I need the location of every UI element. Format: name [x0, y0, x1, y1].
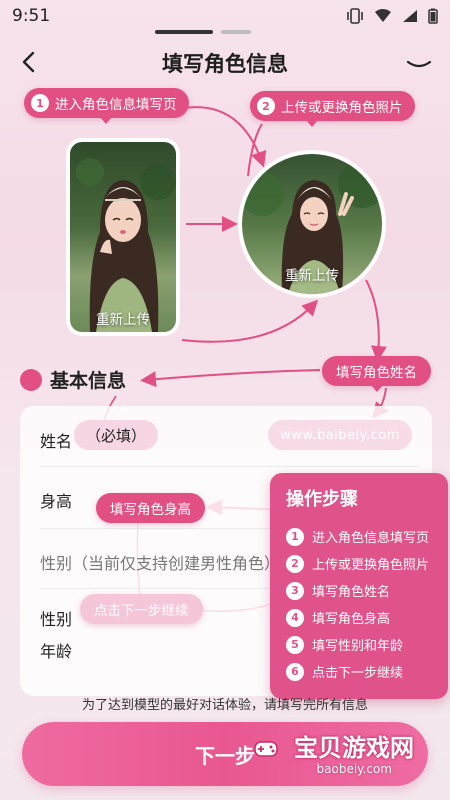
steps-title: 操作步骤 — [286, 489, 358, 510]
page-title: 填写角色信息 — [162, 52, 288, 76]
step-item: 2 上传或更换角色照片 — [286, 550, 438, 577]
age-label[interactable]: 年龄 — [40, 638, 72, 662]
reupload-label-card: 重新上传 — [96, 312, 150, 328]
callout-step1-number: 1 — [31, 94, 49, 112]
divider — [40, 466, 420, 467]
avatar-circle[interactable]: 重新上传 — [238, 150, 386, 298]
step-item: 6 点击下一步继续 — [286, 658, 438, 685]
name-input-watermark[interactable]: www.baibeiy.com — [268, 420, 412, 450]
step-number: 6 — [286, 662, 304, 681]
callout-step2-label: 上传或更换角色照片 — [281, 100, 403, 116]
step-label: 填写角色身高 — [312, 612, 391, 627]
height-label: 身高 — [40, 492, 73, 511]
callout-name-label: 填写角色姓名 — [336, 365, 417, 381]
step-item: 4 填写角色身高 — [286, 604, 438, 631]
watermark-text: www.baibeiy.com — [280, 427, 400, 443]
step-number: 2 — [286, 554, 304, 573]
wifi-icon — [375, 9, 391, 22]
avatar-photo: 重新上传 — [242, 154, 382, 294]
callout-step1-label: 进入角色信息填写页 — [55, 97, 177, 113]
brand-url: baobeiy.com — [316, 762, 392, 776]
name-label: 姓名 — [40, 432, 73, 451]
name-required-field[interactable]: （必填） — [74, 420, 159, 450]
battery-icon — [428, 8, 438, 24]
step-item: 1 进入角色信息填写页 — [286, 523, 438, 550]
character-photo: 重新上传 — [70, 142, 176, 332]
callout-step1: 1 进入角色信息填写页 — [24, 88, 189, 124]
step-number: 4 — [286, 608, 304, 627]
callout-height-label: 填写角色身高 — [110, 502, 191, 518]
step-item: 3 填写角色姓名 — [286, 577, 438, 604]
page-indicator-dot — [221, 30, 251, 34]
step-label: 上传或更换角色照片 — [312, 558, 430, 573]
portrait-illustration — [76, 158, 176, 332]
callout-name: 填写角色姓名 — [322, 356, 431, 392]
section-bullet-icon — [20, 368, 42, 391]
brand-watermark: 宝贝游戏网 — [294, 734, 414, 762]
page-indicator — [155, 30, 251, 34]
photo-card[interactable]: 重新上传 — [66, 138, 180, 336]
step-label: 填写性别和年龄 — [312, 639, 404, 654]
more-menu-icon[interactable] — [406, 52, 432, 72]
gamepad-logo-icon — [254, 741, 278, 757]
step-number: 5 — [286, 635, 304, 654]
section-basic-info: 基本信息 — [20, 366, 126, 393]
section-title: 基本信息 — [50, 370, 127, 392]
step-label: 填写角色姓名 — [312, 585, 391, 600]
status-bar: 9:51 — [0, 0, 450, 32]
gender-hint: 性别（当前仅支持创建男性角色） — [40, 554, 281, 573]
steps-panel: 操作步骤 1 进入角色信息填写页 2 上传或更换角色照片 3 填写角色姓名 4 … — [270, 473, 448, 699]
callout-height: 填写角色身高 — [96, 493, 205, 523]
top-bar: 填写角色信息 — [0, 44, 450, 80]
step-item: 5 填写性别和年龄 — [286, 631, 438, 658]
vibrate-icon — [347, 8, 363, 24]
page-indicator-active — [155, 30, 213, 34]
signal-icon — [403, 10, 417, 22]
gender-label[interactable]: 性别 — [40, 606, 72, 630]
step-number: 1 — [286, 527, 304, 546]
step-label: 进入角色信息填写页 — [312, 531, 430, 546]
arrow-card-to-avatar-bottom — [181, 299, 319, 343]
step-label: 点击下一步继续 — [312, 666, 404, 681]
callout-next: 点击下一步继续 — [80, 594, 203, 624]
name-required-text: （必填） — [86, 426, 147, 445]
status-time: 9:51 — [12, 6, 51, 26]
footer-note: 为了达到模型的最好对话体验，请填写完所有信息 — [81, 698, 368, 713]
reupload-label-avatar: 重新上传 — [285, 268, 339, 284]
arrow-to-section — [140, 369, 321, 388]
next-button-label: 下一步 — [195, 743, 255, 768]
status-icons — [346, 8, 438, 24]
step-number: 3 — [286, 581, 304, 600]
callout-step2-number: 2 — [257, 97, 275, 115]
callout-step2: 2 上传或更换角色照片 — [250, 91, 415, 127]
callout-next-label: 点击下一步继续 — [94, 603, 189, 619]
